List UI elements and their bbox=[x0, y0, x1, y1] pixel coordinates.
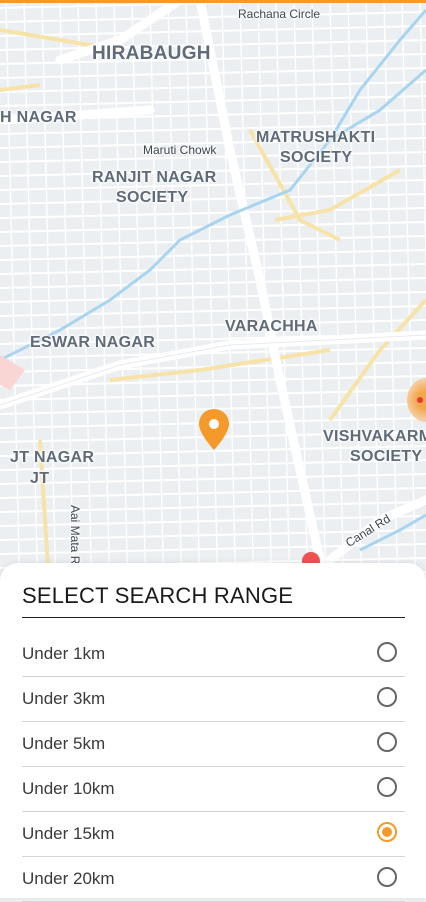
range-option-0[interactable]: Under 1km bbox=[22, 632, 405, 677]
map-label-maruti-chowk: Maruti Chowk bbox=[143, 143, 217, 157]
radio-selected-icon[interactable] bbox=[377, 822, 397, 842]
map-label-hirabaugh: HIRABAUGH bbox=[92, 43, 211, 64]
range-option-label: Under 10km bbox=[22, 779, 115, 798]
map-view[interactable]: Rachana Circle HIRABAUGH H NAGAR Maruti … bbox=[0, 0, 426, 600]
search-range-sheet: SELECT SEARCH RANGE Under 1km Under 3km Un… bbox=[0, 563, 426, 902]
range-option-label: Under 20km bbox=[22, 869, 115, 888]
radio-unselected-icon[interactable] bbox=[377, 777, 397, 797]
sheet-title: SELECT SEARCH RANGE bbox=[22, 583, 405, 618]
map-label-matrushakti: MATRUSHAKTI bbox=[256, 129, 376, 146]
range-option-label: Under 15km bbox=[22, 824, 115, 843]
map-label-aai-mata-road: Aai Mata R bbox=[68, 505, 82, 565]
map-label-eswar-nagar: ESWAR NAGAR bbox=[30, 334, 156, 351]
range-option-label: Under 3km bbox=[22, 689, 106, 708]
map-label-h-nagar: H NAGAR bbox=[0, 109, 77, 126]
map-label-vishvakarma-society: SOCIETY bbox=[350, 448, 423, 465]
map-label-jt-nagar: JT NAGAR bbox=[10, 449, 95, 466]
range-option-1[interactable]: Under 3km bbox=[22, 677, 405, 722]
radio-unselected-icon[interactable] bbox=[377, 687, 397, 707]
radio-unselected-icon[interactable] bbox=[377, 867, 397, 887]
map-label-varachha: VARACHHA bbox=[225, 318, 318, 335]
map-label-ranjit-nagar: RANJIT NAGAR bbox=[92, 169, 217, 186]
top-accent-bar bbox=[0, 0, 426, 3]
map-label-matrushakti-society: SOCIETY bbox=[280, 149, 353, 166]
map-canvas[interactable] bbox=[0, 0, 426, 600]
map-label-ranjit-society: SOCIETY bbox=[116, 189, 189, 206]
map-label-rachana-circle: Rachana Circle bbox=[238, 7, 321, 21]
map-label-vishvakarma: VISHVAKARM bbox=[323, 428, 426, 445]
map-pin-icon[interactable] bbox=[197, 408, 231, 452]
range-option-label: Under 1km bbox=[22, 644, 106, 663]
radio-unselected-icon[interactable] bbox=[377, 732, 397, 752]
range-option-4[interactable]: Under 15km bbox=[22, 812, 405, 857]
poi-dot bbox=[417, 397, 423, 403]
range-option-list: Under 1km Under 3km Under 5km Under 10km Und… bbox=[22, 632, 405, 902]
range-option-5[interactable]: Under 20km bbox=[22, 857, 405, 902]
map-label-jt: JT bbox=[30, 470, 50, 487]
radio-unselected-icon[interactable] bbox=[377, 642, 397, 662]
range-option-3[interactable]: Under 10km bbox=[22, 767, 405, 812]
range-option-label: Under 5km bbox=[22, 734, 106, 753]
range-option-2[interactable]: Under 5km bbox=[22, 722, 405, 767]
